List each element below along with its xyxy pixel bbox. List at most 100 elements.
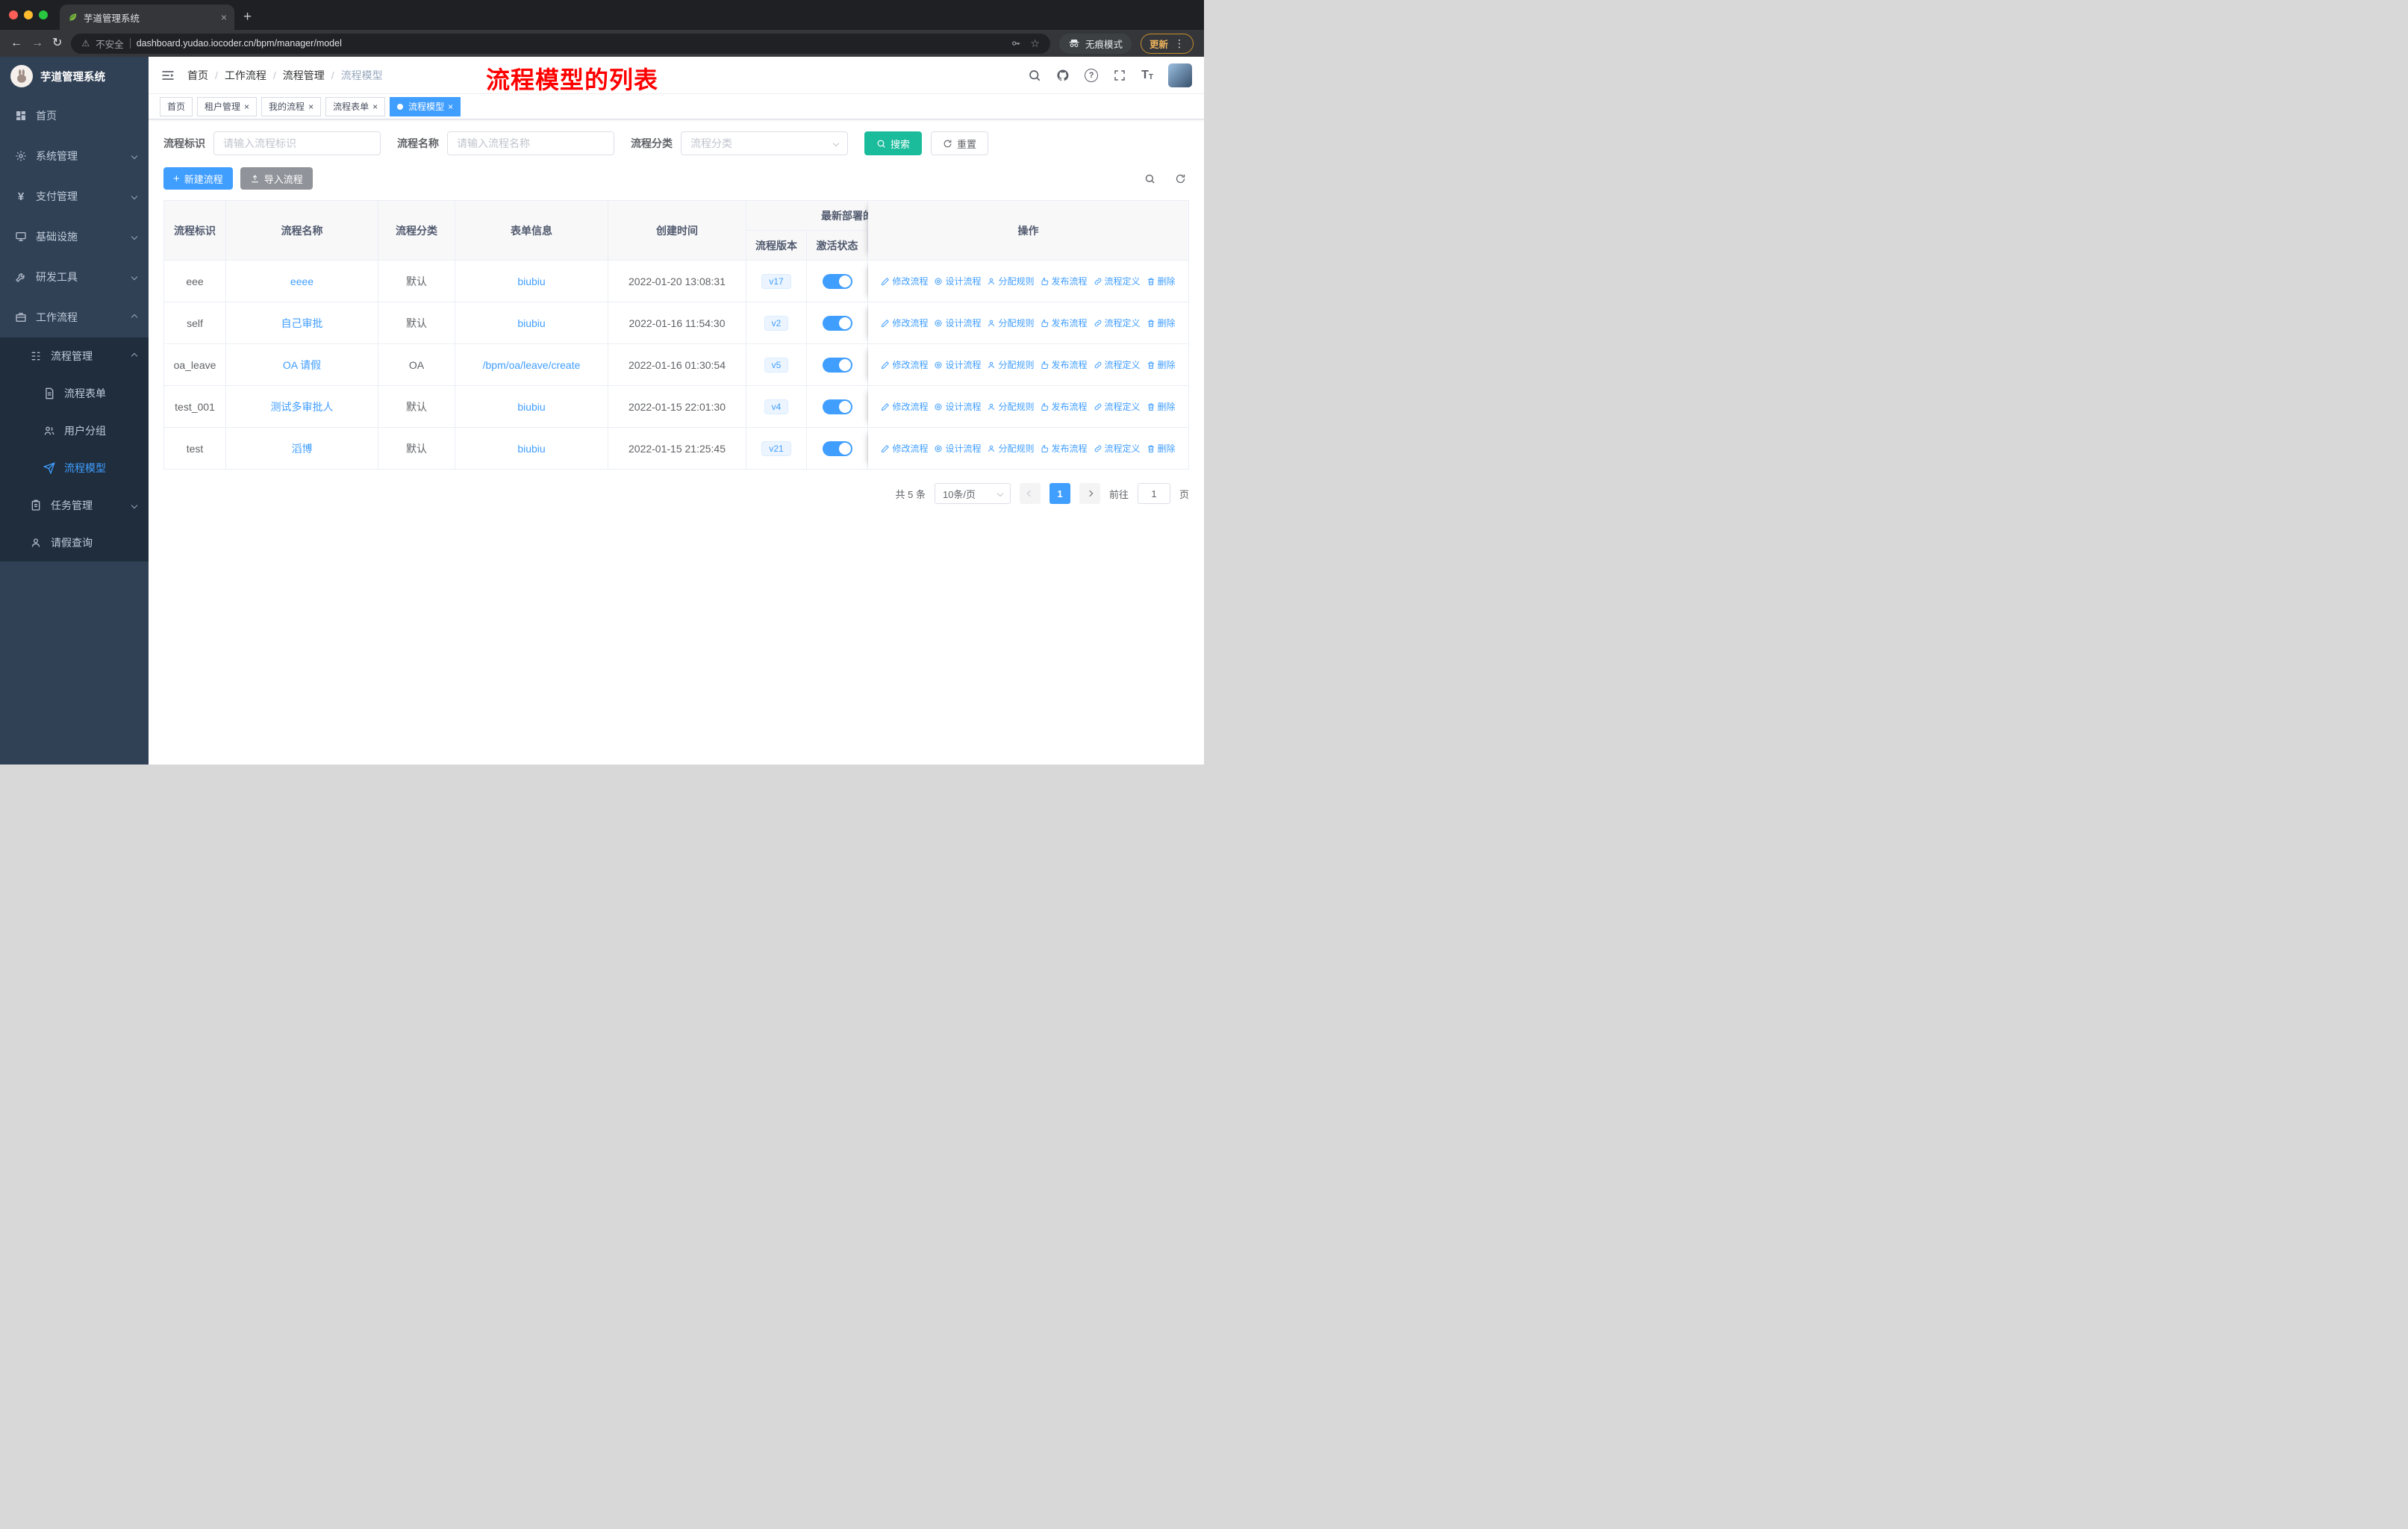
form-info-link[interactable]: biubiu [517,443,545,455]
reset-button[interactable]: 重置 [931,131,989,155]
browser-menu-dots-icon[interactable]: ⋮ [1174,37,1185,50]
process-id-input[interactable] [213,131,381,155]
form-info-link[interactable]: biubiu [517,275,545,287]
browser-update-button[interactable]: 更新 ⋮ [1140,33,1194,54]
active-toggle[interactable] [822,273,852,289]
delete-link[interactable]: 删除 [1147,358,1176,371]
window-zoom-button[interactable] [39,10,48,19]
refresh-table-button[interactable] [1175,173,1186,184]
edit-process-link[interactable]: 修改流程 [881,358,928,371]
design-process-link[interactable]: 设计流程 [934,400,981,413]
process-name-link[interactable]: eeee [290,275,314,287]
assign-rule-link[interactable]: 分配规则 [987,442,1035,455]
sidebar-item-infrastructure[interactable]: 基础设施 [0,217,149,257]
tag-close-icon[interactable]: × [372,102,378,111]
tab-close-icon[interactable]: × [221,11,227,23]
header-search-button[interactable] [1028,69,1041,82]
github-button[interactable] [1056,69,1070,82]
delete-link[interactable]: 删除 [1147,400,1176,413]
edit-process-link[interactable]: 修改流程 [881,317,928,329]
form-info-link[interactable]: biubiu [517,401,545,413]
delete-link[interactable]: 删除 [1147,317,1176,329]
security-label[interactable]: 不安全 [96,37,124,51]
tag-close-icon[interactable]: × [308,102,314,111]
assign-rule-link[interactable]: 分配规则 [987,358,1035,371]
active-toggle[interactable] [822,440,852,456]
delete-link[interactable]: 删除 [1147,275,1176,287]
design-process-link[interactable]: 设计流程 [934,358,981,371]
tag-close-icon[interactable]: × [448,102,453,111]
active-toggle[interactable] [822,399,852,414]
url-bar[interactable]: ⚠ 不安全 dashboard.yudao.iocoder.cn/bpm/man… [71,33,1050,54]
sidebar-item-process-model[interactable]: 流程模型 [0,449,149,487]
breadcrumb-workflow[interactable]: 工作流程 [225,68,266,83]
tag-my-process[interactable]: 我的流程 × [261,96,322,116]
publish-process-link[interactable]: 发布流程 [1041,317,1088,329]
process-name-link[interactable]: 测试多审批人 [271,401,334,413]
window-close-button[interactable] [9,10,18,19]
prev-page-button[interactable] [1019,483,1041,504]
toggle-search-button[interactable] [1144,173,1155,184]
tag-close-icon[interactable]: × [244,102,249,111]
sidebar-item-process-form[interactable]: 流程表单 [0,375,149,412]
help-button[interactable]: ? [1085,68,1099,82]
process-definition-link[interactable]: 流程定义 [1094,275,1141,287]
process-name-link[interactable]: OA 请假 [283,359,321,371]
breadcrumb-home[interactable]: 首页 [187,68,208,83]
active-toggle[interactable] [822,357,852,373]
assign-rule-link[interactable]: 分配规则 [987,400,1035,413]
sidebar-item-user-group[interactable]: 用户分组 [0,412,149,449]
publish-process-link[interactable]: 发布流程 [1041,400,1088,413]
forward-button[interactable]: → [31,37,43,49]
sidebar-item-system[interactable]: 系统管理 [0,136,149,176]
process-definition-link[interactable]: 流程定义 [1094,400,1141,413]
assign-rule-link[interactable]: 分配规则 [987,317,1035,329]
delete-link[interactable]: 删除 [1147,442,1176,455]
sidebar-item-payment[interactable]: ¥ 支付管理 [0,176,149,217]
fullscreen-button[interactable] [1113,69,1126,82]
design-process-link[interactable]: 设计流程 [934,442,981,455]
sidebar-item-workflow[interactable]: 工作流程 [0,297,149,337]
process-definition-link[interactable]: 流程定义 [1094,442,1141,455]
sidebar-item-leave-query[interactable]: 请假查询 [0,524,149,561]
publish-process-link[interactable]: 发布流程 [1041,442,1088,455]
design-process-link[interactable]: 设计流程 [934,275,981,287]
new-tab-button[interactable]: + [243,10,252,24]
password-key-icon[interactable] [1011,38,1021,49]
user-avatar[interactable] [1168,63,1192,87]
tag-tenant-management[interactable]: 租户管理 × [197,96,258,116]
reload-button[interactable]: ↻ [52,37,62,49]
window-minimize-button[interactable] [24,10,33,19]
goto-page-input[interactable] [1137,483,1170,504]
publish-process-link[interactable]: 发布流程 [1041,358,1088,371]
create-process-button[interactable]: + 新建流程 [163,167,233,190]
edit-process-link[interactable]: 修改流程 [881,442,928,455]
current-page-button[interactable]: 1 [1049,483,1070,504]
form-info-link[interactable]: /bpm/oa/leave/create [483,359,581,371]
process-category-select[interactable]: 流程分类 [681,131,848,155]
process-name-link[interactable]: 自己审批 [281,317,323,329]
design-process-link[interactable]: 设计流程 [934,317,981,329]
form-info-link[interactable]: biubiu [517,317,545,329]
tag-home[interactable]: 首页 [160,96,193,116]
page-size-select[interactable]: 10条/页 [934,483,1011,504]
assign-rule-link[interactable]: 分配规则 [987,275,1035,287]
publish-process-link[interactable]: 发布流程 [1041,275,1088,287]
tag-process-model[interactable]: 流程模型 × [390,96,461,116]
url-text[interactable]: dashboard.yudao.iocoder.cn/bpm/manager/m… [137,38,1005,49]
sidebar-item-dev-tools[interactable]: 研发工具 [0,257,149,297]
edit-process-link[interactable]: 修改流程 [881,275,928,287]
process-definition-link[interactable]: 流程定义 [1094,358,1141,371]
back-button[interactable]: ← [10,37,22,49]
breadcrumb-process-management[interactable]: 流程管理 [283,68,325,83]
search-button[interactable]: 搜索 [864,131,923,155]
sidebar-item-process-management[interactable]: 流程管理 [0,337,149,375]
edit-process-link[interactable]: 修改流程 [881,400,928,413]
hamburger-button[interactable] [160,68,175,83]
bookmark-star-icon[interactable]: ☆ [1030,37,1040,50]
sidebar-item-task-management[interactable]: 任务管理 [0,487,149,524]
import-process-button[interactable]: 导入流程 [240,167,313,190]
active-toggle[interactable] [822,315,852,331]
font-size-button[interactable]: TT [1141,69,1153,81]
sidebar-logo[interactable]: 芋道管理系统 [0,57,149,96]
